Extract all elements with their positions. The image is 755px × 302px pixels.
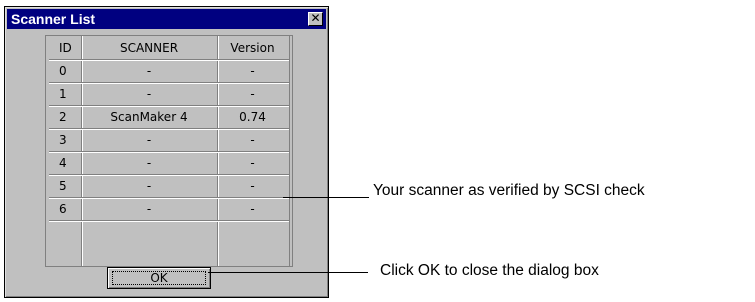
cell-id: 3 <box>59 133 67 147</box>
callout-scanner-text: Your scanner as verified by SCSI check <box>373 182 645 199</box>
cell-scanner: - <box>146 133 152 147</box>
table-row: 6 - - <box>46 199 292 220</box>
cell-version: - <box>250 156 255 170</box>
table-header-row: ID SCANNER Version <box>46 38 292 59</box>
cell-scanner: ScanMaker 4 <box>110 110 188 124</box>
cell-id: 0 <box>59 64 67 78</box>
title-bar[interactable]: Scanner List ✕ <box>7 9 326 29</box>
cell-scanner: - <box>146 64 152 78</box>
cell-scanner: - <box>146 87 152 101</box>
table-row: 1 - - <box>46 84 292 105</box>
cell-scanner: - <box>146 156 152 170</box>
table-row: 2 ScanMaker 4 0.74 <box>46 107 292 128</box>
cell-id: 4 <box>59 156 67 170</box>
close-button[interactable]: ✕ <box>308 12 323 26</box>
ok-button[interactable]: OK <box>107 267 211 289</box>
header-id: ID <box>59 41 72 55</box>
cell-version: - <box>250 179 255 193</box>
scanner-list-dialog: Scanner List ✕ ID SCANNER Version 0 - - … <box>4 6 329 298</box>
window-title: Scanner List <box>11 11 96 27</box>
cell-version: 0.74 <box>239 110 266 124</box>
cell-version: - <box>250 133 255 147</box>
cell-scanner: - <box>146 179 152 193</box>
header-scanner: SCANNER <box>119 41 179 55</box>
cell-scanner: - <box>146 202 152 216</box>
row-divider-highlight <box>49 221 289 222</box>
cell-version: - <box>250 202 255 216</box>
table-row: 0 - - <box>46 61 292 82</box>
cell-version: - <box>250 87 255 101</box>
ok-button-label: OK <box>150 271 168 285</box>
close-icon: ✕ <box>310 11 321 25</box>
scanner-table: ID SCANNER Version 0 - - 1 - - 2 ScanMak… <box>45 35 293 267</box>
callout-line-ok <box>208 272 368 273</box>
cell-id: 6 <box>59 202 67 216</box>
cell-id: 2 <box>59 110 67 124</box>
callout-line-scanner <box>283 197 369 198</box>
cell-id: 1 <box>59 87 67 101</box>
table-row: 5 - - <box>46 176 292 197</box>
header-version: Version <box>230 41 275 55</box>
table-row: 4 - - <box>46 153 292 174</box>
cell-id: 5 <box>59 179 67 193</box>
table-row: 3 - - <box>46 130 292 151</box>
callout-ok-text: Click OK to close the dialog box <box>380 262 599 279</box>
cell-version: - <box>250 64 255 78</box>
